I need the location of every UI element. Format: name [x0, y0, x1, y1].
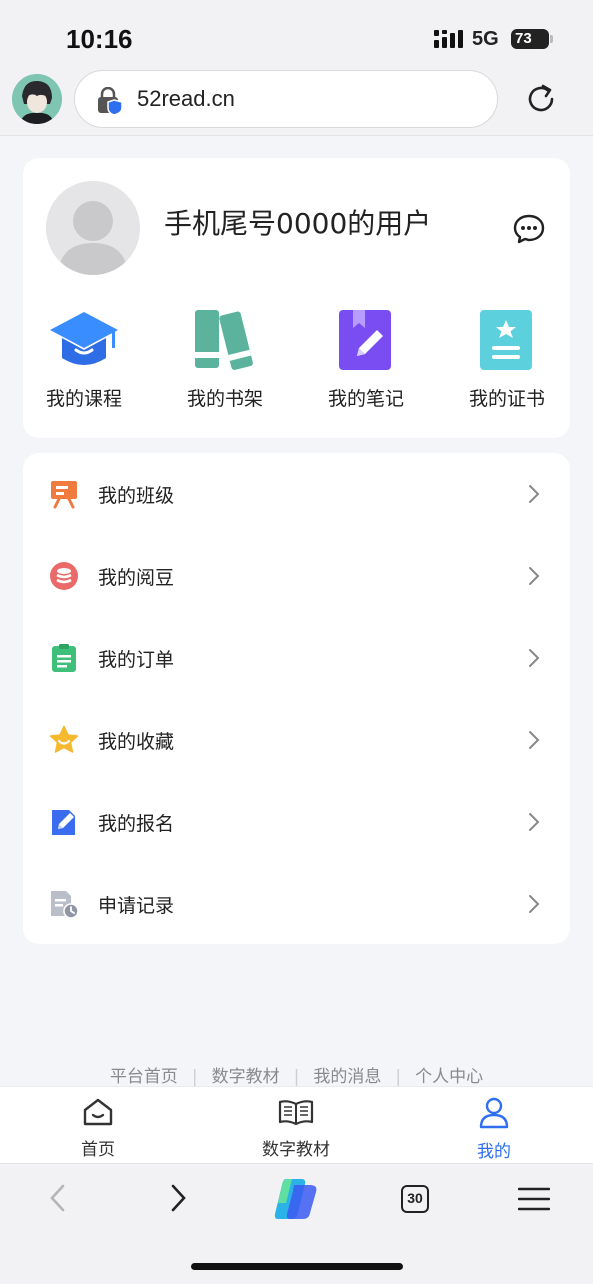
chevron-right-icon — [529, 731, 540, 749]
footer-link-textbooks[interactable]: 数字教材 — [212, 1067, 280, 1087]
nav-tab-label: 数字教材 — [262, 1140, 330, 1160]
status-time: 10:16 — [66, 24, 133, 54]
quick-link-label: 我的笔记 — [327, 388, 404, 410]
chevron-right-icon — [529, 485, 540, 503]
bookshelf-icon — [195, 310, 253, 370]
nav-tab-label: 首页 — [81, 1140, 115, 1160]
menu-item-orders[interactable]: 我的订单 — [23, 617, 570, 699]
copilot-icon[interactable] — [272, 1177, 320, 1221]
forward-icon[interactable] — [168, 1183, 188, 1213]
reload-icon[interactable] — [524, 82, 558, 116]
username: 手机尾号0000的用户 — [164, 207, 432, 240]
footer-separator: | — [191, 1067, 198, 1087]
menu-list: 我的班级 我的阅豆 我的订单 我的收藏 我的报名 申请记录 — [23, 453, 570, 944]
quick-link-label: 我的书架 — [186, 388, 263, 410]
quick-link-certificates[interactable]: 我的证书 — [452, 306, 562, 416]
nav-tab-home[interactable]: 首页 — [38, 1097, 158, 1160]
tabs-count-button[interactable]: 30 — [401, 1185, 429, 1213]
clipboard-icon — [52, 644, 76, 672]
chevron-right-icon — [529, 649, 540, 667]
nav-tab-label: 我的 — [477, 1142, 511, 1162]
record-icon — [51, 891, 79, 919]
quick-link-notes[interactable]: 我的笔记 — [311, 306, 421, 416]
certificate-icon — [480, 310, 532, 370]
menu-item-label: 我的班级 — [98, 485, 175, 507]
secure-lock-icon — [98, 87, 123, 115]
browser-address-bar: 52read.cn — [0, 70, 593, 136]
footer-link-home[interactable]: 平台首页 — [110, 1067, 178, 1087]
menu-item-favorites[interactable]: 我的收藏 — [23, 699, 570, 781]
nav-tab-textbooks[interactable]: 数字教材 — [236, 1097, 356, 1160]
menu-item-coins[interactable]: 我的阅豆 — [23, 535, 570, 617]
footer-link-profile[interactable]: 个人中心 — [415, 1067, 483, 1087]
profile-card: 手机尾号0000的用户 我的课程 我的书架 我的笔记 我的证书 — [23, 158, 570, 438]
notebook-pen-icon — [339, 310, 391, 370]
graduation-cap-icon — [50, 312, 118, 365]
menu-hamburger-icon[interactable] — [518, 1187, 550, 1211]
home-indicator — [191, 1263, 403, 1270]
coins-icon — [50, 562, 78, 590]
menu-item-class[interactable]: 我的班级 — [23, 453, 570, 535]
url-text: 52read.cn — [137, 86, 235, 111]
app-bottom-nav: 首页 数字教材 我的 — [0, 1086, 593, 1164]
menu-item-label: 我的收藏 — [98, 731, 175, 753]
browser-profile-avatar[interactable] — [12, 74, 62, 124]
footer-link-messages[interactable]: 我的消息 — [313, 1067, 381, 1087]
user-avatar[interactable] — [46, 181, 140, 275]
quick-link-courses[interactable]: 我的课程 — [29, 306, 139, 416]
footer-links: 平台首页 | 数字教材 | 我的消息 | 个人中心 — [0, 1062, 593, 1087]
status-bar: 10:16 5G 73 — [0, 0, 593, 70]
quick-link-bookshelf[interactable]: 我的书架 — [170, 306, 280, 416]
menu-item-signup[interactable]: 我的报名 — [23, 781, 570, 863]
chevron-right-icon — [529, 813, 540, 831]
home-icon — [83, 1098, 113, 1126]
url-field[interactable]: 52read.cn — [74, 70, 498, 128]
nav-tab-me[interactable]: 我的 — [434, 1097, 554, 1162]
menu-item-label: 我的阅豆 — [98, 567, 175, 589]
classroom-icon — [51, 481, 77, 509]
signal-icon — [434, 30, 463, 48]
signup-icon — [52, 810, 75, 835]
message-icon[interactable] — [513, 214, 545, 244]
menu-item-records[interactable]: 申请记录 — [23, 863, 570, 945]
back-icon[interactable] — [48, 1183, 68, 1213]
quick-link-label: 我的证书 — [468, 388, 545, 410]
footer-separator: | — [395, 1067, 402, 1087]
star-icon — [49, 725, 79, 753]
menu-item-label: 我的订单 — [98, 649, 175, 671]
menu-item-label: 申请记录 — [98, 895, 175, 917]
battery-icon — [550, 35, 553, 43]
browser-toolbar: 30 — [0, 1165, 593, 1284]
chevron-right-icon — [529, 895, 540, 913]
menu-item-label: 我的报名 — [98, 813, 175, 835]
open-book-icon — [278, 1100, 314, 1126]
network-type: 5G — [472, 28, 499, 50]
footer-separator: | — [293, 1067, 300, 1087]
chevron-right-icon — [529, 567, 540, 585]
battery-level: 73 — [511, 29, 549, 49]
quick-link-label: 我的课程 — [45, 388, 122, 410]
user-icon — [479, 1097, 509, 1129]
